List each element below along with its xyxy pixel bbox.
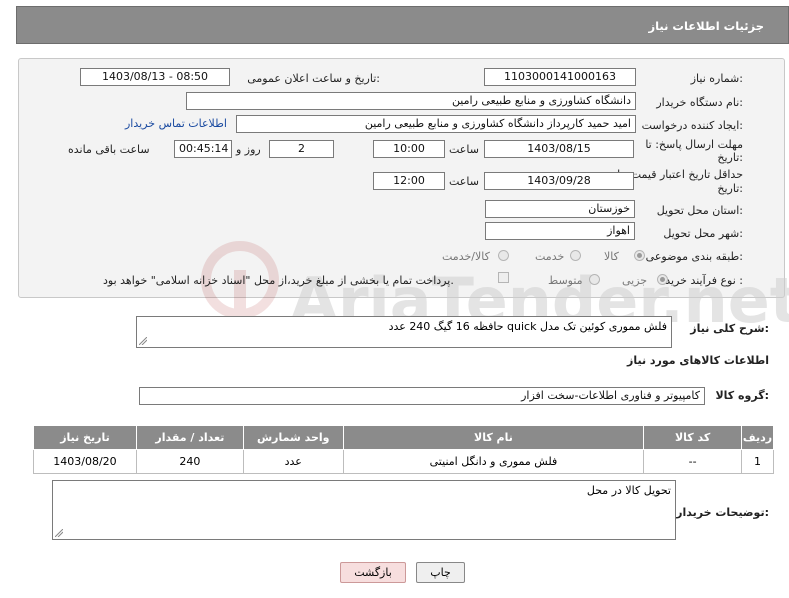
treasury-payment-checkbox[interactable] (498, 272, 509, 283)
print-button[interactable]: چاپ (416, 562, 465, 583)
category-service-label: خدمت (535, 250, 565, 263)
buyer-notes-label: توضیحات خریدار: (676, 506, 769, 519)
days-label: روز و (236, 143, 261, 156)
announce-date-label: تاریخ و ساعت اعلان عمومی: (247, 72, 380, 85)
table-row[interactable]: 1 -- فلش مموری و دانگل امنیتی عدد 240 14… (33, 449, 774, 474)
resize-grip-icon (139, 337, 147, 345)
announce-date-field[interactable]: 1403/08/13 - 08:50 (80, 68, 230, 86)
validity-time-field[interactable]: 12:00 (373, 172, 445, 190)
goods-code-cell: -- (643, 449, 743, 474)
deadline-time-field[interactable]: 10:00 (373, 140, 445, 158)
goods-table-header-row: ردیف کد کالا نام کالا واحد شمارش تعداد /… (33, 425, 774, 450)
buyer-org-field[interactable]: دانشگاه کشاورزی و منابع طبیعی رامین (186, 92, 636, 110)
resize-grip-icon (55, 529, 63, 537)
description-field[interactable]: فلش مموری کوئین تک مدل quick حافظه 16 گی… (136, 316, 672, 348)
need-number-label: شماره نیاز: (690, 72, 743, 85)
goods-group-field[interactable]: کامپیوتر و فناوری اطلاعات-سخت افزار (139, 387, 705, 405)
col-unit-header: واحد شمارش (242, 425, 344, 450)
deadline-label: مهلت ارسال پاسخ: تا (645, 138, 743, 151)
need-date-cell: 1403/08/20 (33, 449, 137, 474)
col-name-header: نام کالا (342, 425, 645, 450)
remaining-time-label: ساعت باقی مانده (68, 143, 150, 156)
purchase-minor-radio[interactable] (657, 274, 668, 285)
col-row-header: ردیف (741, 425, 774, 450)
goods-name-cell: فلش مموری و دانگل امنیتی (342, 449, 645, 474)
creator-label: ایجاد کننده درخواست: (641, 119, 743, 132)
category-goods-service-radio[interactable] (498, 250, 509, 261)
treasury-payment-note: پرداخت تمام یا بخشی از مبلغ خرید،از محل … (103, 274, 454, 287)
province-label: استان محل تحویل: (656, 204, 743, 217)
back-button[interactable]: بازگشت (340, 562, 406, 583)
col-qty-header: تعداد / مقدار (135, 425, 244, 450)
buyer-notes-text: تحویل کالا در محل (586, 484, 671, 497)
creator-field[interactable]: امید حمید کارپرداز دانشگاه کشاورزی و منا… (236, 115, 636, 133)
city-label: شهر محل تحویل: (663, 227, 743, 240)
description-label: شرح کلی نیاز: (690, 322, 769, 335)
province-field[interactable]: خوزستان (485, 200, 635, 218)
buyer-org-label: نام دستگاه خریدار: (656, 96, 743, 109)
remaining-time-field[interactable]: 00:45:14 (174, 140, 232, 158)
purchase-type-label: نوع فرآیند خرید : (665, 274, 743, 287)
validity-date-field[interactable]: 1403/09/28 (484, 172, 634, 190)
days-left-field[interactable]: 2 (269, 140, 334, 158)
purchase-medium-label: متوسط (548, 274, 583, 287)
col-date-header: تاریخ نیاز (33, 425, 137, 450)
need-number-field[interactable]: 1103000141000163 (484, 68, 636, 86)
category-label: طبقه بندی موضوعی: (645, 250, 743, 263)
deadline-date-field[interactable]: 1403/08/15 (484, 140, 634, 158)
deadline-time-label: ساعت (449, 143, 479, 156)
category-service-radio[interactable] (570, 250, 581, 261)
buyer-notes-field[interactable]: تحویل کالا در محل (52, 480, 676, 540)
col-code-header: کد کالا (643, 425, 743, 450)
city-field[interactable]: اهواز (485, 222, 635, 240)
description-text: فلش مموری کوئین تک مدل quick حافظه 16 گی… (388, 320, 667, 333)
deadline-date-label: تاریخ: (717, 151, 743, 164)
goods-group-label: گروه کالا: (715, 389, 769, 402)
quantity-cell: 240 (135, 449, 244, 474)
goods-info-title: اطلاعات کالاهای مورد نیاز (627, 354, 769, 367)
validity-time-label: ساعت (449, 175, 479, 188)
validity-date-label: تاریخ: (717, 182, 743, 195)
row-number-cell: 1 (741, 449, 774, 474)
purchase-minor-label: جزیی (622, 274, 648, 287)
page-header: جزئیات اطلاعات نیاز (16, 6, 789, 44)
page-title: جزئیات اطلاعات نیاز (648, 19, 764, 33)
category-goods-radio[interactable] (634, 250, 645, 261)
category-goods-label: کالا (604, 250, 619, 263)
validity-label: حداقل تاریخ اعتبار قیمت: تا (617, 168, 743, 181)
buyer-contact-link[interactable]: اطلاعات تماس خریدار (125, 117, 227, 130)
goods-table: ردیف کد کالا نام کالا واحد شمارش تعداد /… (33, 425, 774, 474)
unit-cell: عدد (242, 449, 344, 474)
category-goods-service-label: کالا/خدمت (442, 250, 490, 263)
purchase-medium-radio[interactable] (589, 274, 600, 285)
